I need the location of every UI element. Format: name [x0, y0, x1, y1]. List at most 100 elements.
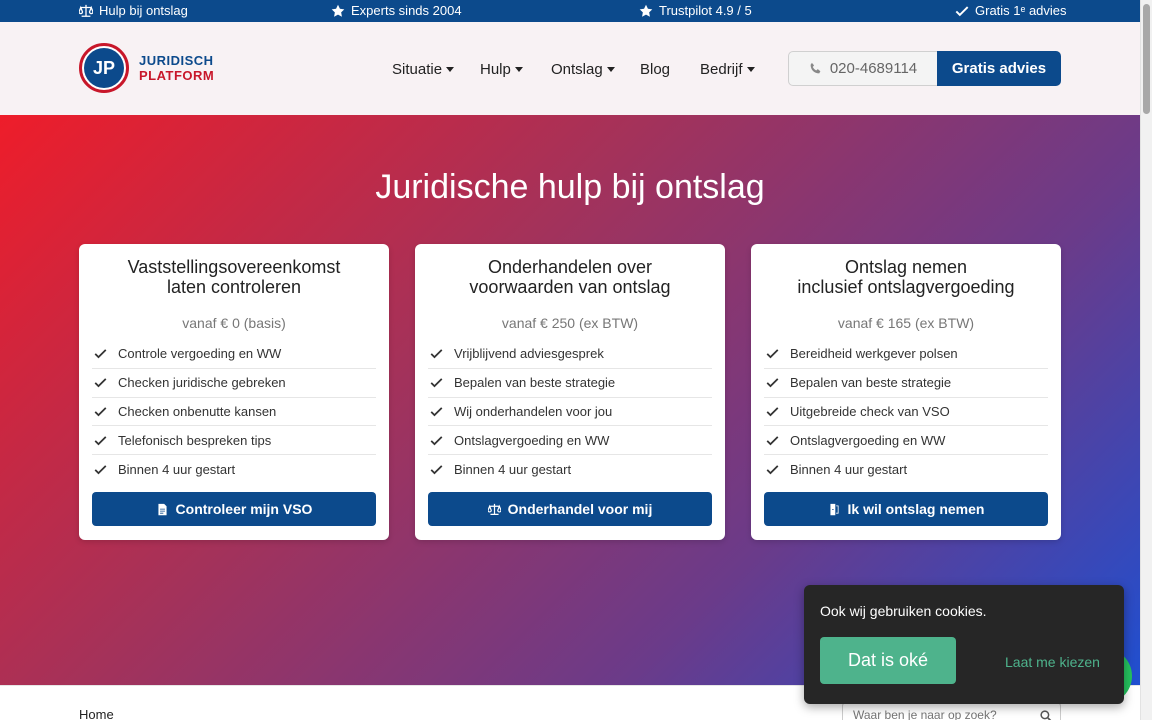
door-exit-icon: [829, 503, 839, 515]
feature-text: Ontslagvergoeding en WW: [790, 432, 946, 448]
document-icon: [157, 503, 167, 515]
check-icon: [94, 407, 107, 417]
cookie-choose-link[interactable]: Laat me kiezen: [1005, 654, 1100, 670]
nav-item-blog[interactable]: Blog: [640, 61, 670, 78]
list-item: Bepalen van beste strategie: [764, 369, 1048, 398]
feature-list: Bereidheid werkgever polsen Bepalen van …: [764, 340, 1048, 484]
chevron-down-icon: [746, 67, 755, 72]
card-title-line1: Vaststellingsovereenkomst: [127, 257, 341, 277]
check-icon: [430, 465, 443, 475]
list-item: Ontslagvergoeding en WW: [428, 426, 712, 456]
card-price: vanaf € 0 (basis): [182, 315, 286, 331]
list-item: Telefonisch bespreken tips: [92, 426, 376, 456]
feature-text: Binnen 4 uur gestart: [118, 462, 236, 478]
feature-text: Wij onderhandelen voor jou: [454, 403, 613, 419]
logo-line1: JURIDISCH: [139, 53, 214, 68]
nav-label: Bedrijf: [700, 61, 743, 78]
card-title-line2: laten controleren: [166, 277, 302, 297]
service-card-negotiate: Onderhandelen over voorwaarden van ontsl…: [415, 244, 725, 540]
star-icon: [331, 4, 345, 17]
nav-item-bedrijf[interactable]: Bedrijf: [700, 61, 755, 78]
list-item: Wij onderhandelen voor jou: [428, 398, 712, 427]
card-price: vanaf € 250 (ex BTW): [501, 315, 639, 331]
button-label: Controleer mijn VSO: [175, 501, 313, 517]
negotiate-button[interactable]: Onderhandel voor mij: [428, 492, 712, 526]
topbar-label: Gratis 1ᵉ advies: [975, 3, 1067, 18]
list-item: Binnen 4 uur gestart: [428, 455, 712, 484]
check-icon: [430, 378, 443, 388]
nav-label: Situatie: [392, 61, 443, 78]
feature-text: Uitgebreide check van VSO: [790, 403, 950, 419]
list-item: Checken juridische gebreken: [92, 369, 376, 398]
logo-emblem: JP: [79, 43, 129, 93]
nav-item-ontslag[interactable]: Ontslag: [551, 61, 615, 78]
logo-initials: JP: [84, 48, 124, 88]
card-price: vanaf € 165 (ex BTW): [837, 315, 975, 331]
hero-title: Juridische hulp bij ontslag: [375, 168, 765, 206]
check-icon: [430, 407, 443, 417]
page-scrollbar[interactable]: [1140, 0, 1152, 720]
card-title-line2: voorwaarden van ontslag: [469, 277, 671, 297]
check-vso-button[interactable]: Controleer mijn VSO: [92, 492, 376, 526]
resign-button[interactable]: Ik wil ontslag nemen: [764, 492, 1048, 526]
nav-item-hulp[interactable]: Hulp: [480, 61, 523, 78]
check-icon: [94, 435, 107, 446]
scale-icon: [79, 4, 93, 17]
search-icon[interactable]: [1040, 710, 1052, 720]
site-header: JP JURIDISCH PLATFORM Situatie Hulp Onts…: [0, 22, 1140, 115]
topbar-label: Experts sinds 2004: [351, 3, 462, 18]
list-item: Bereidheid werkgever polsen: [764, 340, 1048, 369]
list-item: Uitgebreide check van VSO: [764, 398, 1048, 427]
list-item: Binnen 4 uur gestart: [92, 455, 376, 484]
feature-text: Controle vergoeding en WW: [118, 346, 282, 362]
feature-list: Vrijblijvend adviesgesprek Bepalen van b…: [428, 340, 712, 484]
check-icon: [766, 435, 779, 446]
cookie-banner: Ook wij gebruiken cookies. Dat is oké La…: [804, 585, 1124, 704]
feature-text: Bepalen van beste strategie: [454, 375, 616, 391]
feature-text: Bereidheid werkgever polsen: [790, 346, 958, 362]
free-advice-button[interactable]: Gratis advies: [937, 51, 1061, 86]
logo-line2: PLATFORM: [139, 68, 215, 83]
search-input[interactable]: [842, 702, 1061, 720]
cookie-message: Ook wij gebruiken cookies.: [820, 603, 987, 619]
nav-label: Hulp: [480, 61, 511, 78]
check-icon: [94, 378, 107, 388]
card-title: Ontslag nemen inclusief ontslagvergoedin…: [751, 257, 1061, 297]
feature-text: Checken onbenutte kansen: [118, 403, 277, 419]
top-info-bar: Hulp bij ontslag Experts sinds 2004 Trus…: [0, 0, 1140, 22]
nav-label: Blog: [640, 61, 671, 78]
topbar-item-experts: Experts sinds 2004: [331, 3, 462, 18]
nav-item-situatie[interactable]: Situatie: [392, 61, 455, 78]
button-label: Ik wil ontslag nemen: [847, 501, 985, 517]
check-icon: [766, 349, 779, 359]
star-icon: [639, 4, 653, 17]
feature-text: Telefonisch bespreken tips: [118, 432, 272, 448]
cookie-accept-button[interactable]: Dat is oké: [820, 637, 956, 684]
site-logo[interactable]: JP JURIDISCH PLATFORM: [79, 43, 214, 93]
breadcrumb-home[interactable]: Home: [79, 707, 114, 720]
list-item: Bepalen van beste strategie: [428, 369, 712, 398]
button-label: Onderhandel voor mij: [507, 501, 653, 517]
nav-label: Ontslag: [551, 61, 603, 78]
card-title: Vaststellingsovereenkomst laten controle…: [79, 257, 389, 297]
phone-button[interactable]: 020-4689114: [788, 51, 938, 86]
check-icon: [766, 465, 779, 475]
feature-text: Binnen 4 uur gestart: [454, 462, 572, 478]
list-item: Vrijblijvend adviesgesprek: [428, 340, 712, 369]
chevron-down-icon: [606, 67, 615, 72]
phone-number: 020-4689114: [829, 60, 918, 77]
feature-text: Checken juridische gebreken: [118, 375, 286, 391]
check-icon: [94, 349, 107, 359]
feature-list: Controle vergoeding en WW Checken juridi…: [92, 340, 376, 484]
check-icon: [955, 5, 969, 16]
list-item: Controle vergoeding en WW: [92, 340, 376, 369]
card-title: Onderhandelen over voorwaarden van ontsl…: [415, 257, 725, 297]
scrollbar-thumb[interactable]: [1143, 4, 1150, 114]
topbar-label: Trustpilot 4.9 / 5: [659, 3, 752, 18]
check-icon: [766, 378, 779, 388]
service-card-resign: Ontslag nemen inclusief ontslagvergoedin…: [751, 244, 1061, 540]
scale-icon: [487, 503, 501, 515]
topbar-item-gratis: Gratis 1ᵉ advies: [955, 3, 1067, 18]
logo-wordmark: JURIDISCH PLATFORM: [139, 53, 214, 83]
phone-icon: [810, 62, 821, 74]
